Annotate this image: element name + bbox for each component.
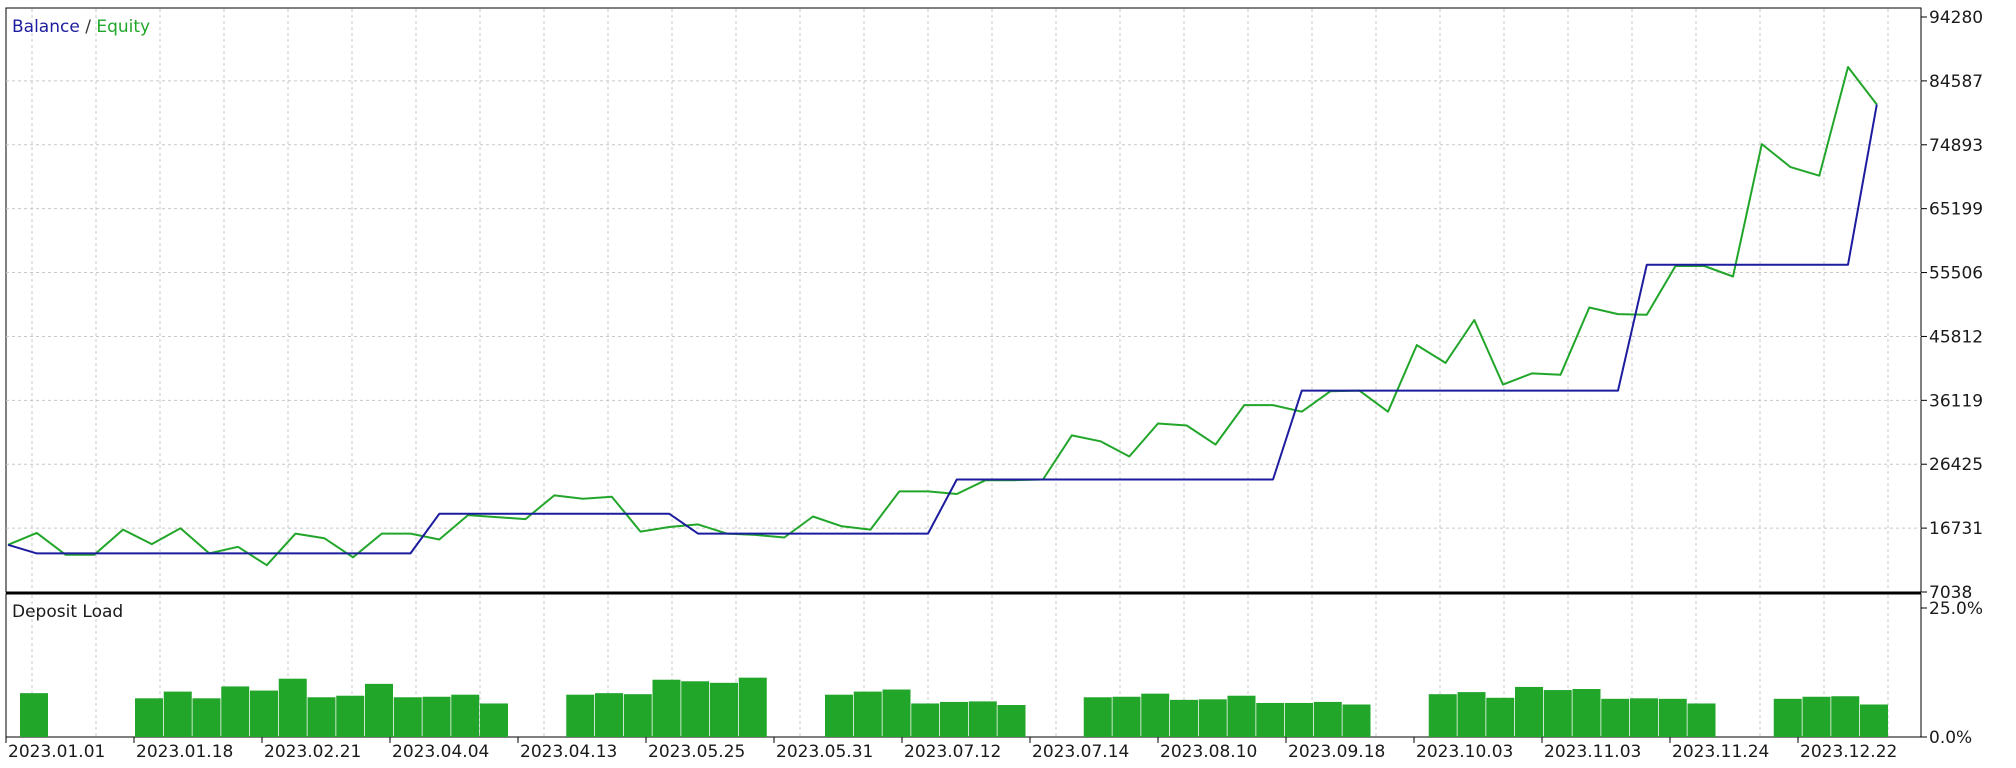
x-tick-label: 2023.07.12 (904, 742, 1001, 762)
deposit-load-bar (1687, 703, 1716, 737)
y-tick-label: 65199 (1929, 200, 1983, 220)
chart-frames (5, 7, 1922, 738)
x-tick-label: 2023.02.21 (264, 742, 361, 762)
deposit-load-bar (1860, 704, 1888, 737)
x-tick-label: 2023.05.25 (648, 742, 745, 762)
deposit-load-bar (738, 677, 767, 737)
deposit-load-tick-label: 0.0% (1929, 728, 1972, 748)
y-tick-label: 84587 (1929, 72, 1983, 92)
deposit-load-bar (480, 703, 508, 737)
deposit-load-bar (1198, 699, 1227, 737)
y-tick-label: 36119 (1929, 391, 1983, 411)
deposit-load-bar (422, 696, 451, 737)
deposit-load-bar (1773, 698, 1802, 737)
deposit-load-bar (336, 695, 365, 737)
strategy-tester-graph: 94280 84587 74893 65199 55506 45812 36119 26425… (0, 0, 2016, 764)
y-tick-label: 45812 (1929, 327, 1983, 347)
deposit-load-bar (882, 689, 911, 737)
x-tick-label: 2023.01.18 (136, 742, 233, 762)
x-tick-label: 2023.10.03 (1416, 742, 1513, 762)
x-tick-label: 2023.01.01 (8, 742, 105, 762)
deposit-load-bar (393, 697, 422, 737)
x-tick-label: 2023.05.31 (776, 742, 873, 762)
x-tick-label: 2023.04.13 (520, 742, 617, 762)
deposit-load-bar (1313, 701, 1342, 737)
deposit-load-bar (968, 701, 997, 737)
deposit-load-bar (1802, 696, 1831, 737)
legend-equity: Equity (96, 17, 150, 37)
x-axis-ticks: 2023.01.01 2023.01.18 2023.02.21 2023.04.04… (5, 737, 1897, 762)
deposit-load-bar (1515, 686, 1543, 737)
main-plot-frame (5, 7, 1922, 593)
deposit-load-bar (1630, 698, 1658, 737)
y-tick-label: 55506 (1929, 264, 1983, 284)
deposit-load-bar (1601, 698, 1630, 737)
deposit-load-bar (853, 691, 882, 737)
deposit-load-title: Deposit Load (12, 602, 123, 622)
deposit-load-bar (1285, 702, 1313, 737)
y-axis-ticks: 94280 84587 74893 65199 55506 45812 36119 26425… (1921, 8, 1983, 748)
x-tick-label: 2023.07.14 (1032, 742, 1129, 762)
deposit-load-bar (1457, 692, 1486, 737)
deposit-load-bar (652, 679, 681, 737)
deposit-load-bar (163, 691, 192, 737)
deposit-load-bar (1256, 702, 1285, 737)
deposit-load-bar (710, 682, 738, 737)
deposit-load-bar (997, 705, 1026, 737)
deposit-load-bar (1543, 690, 1572, 737)
x-tick-label: 2023.09.18 (1288, 742, 1385, 762)
y-tick-label: 26425 (1929, 455, 1983, 475)
y-tick-label: 74893 (1929, 136, 1983, 156)
deposit-load-bar (451, 694, 480, 737)
deposit-load-bar (1342, 704, 1371, 737)
deposit-load-bar (1831, 696, 1860, 737)
deposit-load-bar (1428, 694, 1457, 737)
deposit-load-bar (940, 701, 968, 737)
deposit-load-bar (1170, 699, 1198, 737)
deposit-load-bar (278, 678, 307, 737)
deposit-load-bar (250, 690, 278, 737)
deposit-load-bar (192, 698, 221, 737)
deposit-load-bar (825, 694, 853, 737)
x-tick-label: 2023.08.10 (1160, 742, 1257, 762)
x-tick-label: 2023.12.22 (1800, 742, 1897, 762)
deposit-load-tick-label: 25.0% (1929, 599, 1983, 619)
y-tick-label: 16731 (1929, 519, 1983, 539)
deposit-load-bar (595, 693, 623, 737)
deposit-load-bar (911, 703, 940, 737)
legend-balance: Balance (12, 17, 80, 37)
deposit-load-bar (681, 681, 710, 737)
legend-separator: / (80, 17, 97, 37)
x-tick-label: 2023.04.04 (392, 742, 489, 762)
x-tick-label: 2023.11.03 (1544, 742, 1641, 762)
deposit-load-bar (135, 698, 163, 737)
deposit-load-bar (623, 694, 652, 737)
y-tick-label: 94280 (1929, 8, 1983, 28)
deposit-load-bar (1227, 695, 1256, 737)
deposit-load-bar (566, 694, 595, 737)
deposit-load-bar (20, 693, 48, 737)
chart-svg: 94280 84587 74893 65199 55506 45812 36119 26425… (5, 7, 1983, 762)
deposit-load-bar (1658, 698, 1687, 737)
deposit-load-bar (307, 697, 336, 737)
deposit-load-bar (1486, 697, 1515, 737)
deposit-load-bar (221, 686, 250, 737)
deposit-load-bar (1572, 689, 1601, 737)
chart-legend: Balance / Equity (12, 17, 150, 37)
deposit-load-bar (1141, 693, 1170, 737)
x-tick-label: 2023.11.24 (1672, 742, 1769, 762)
deposit-load-bar (1083, 697, 1112, 737)
deposit-load-bar (365, 683, 393, 737)
deposit-load-bar (1112, 696, 1141, 737)
